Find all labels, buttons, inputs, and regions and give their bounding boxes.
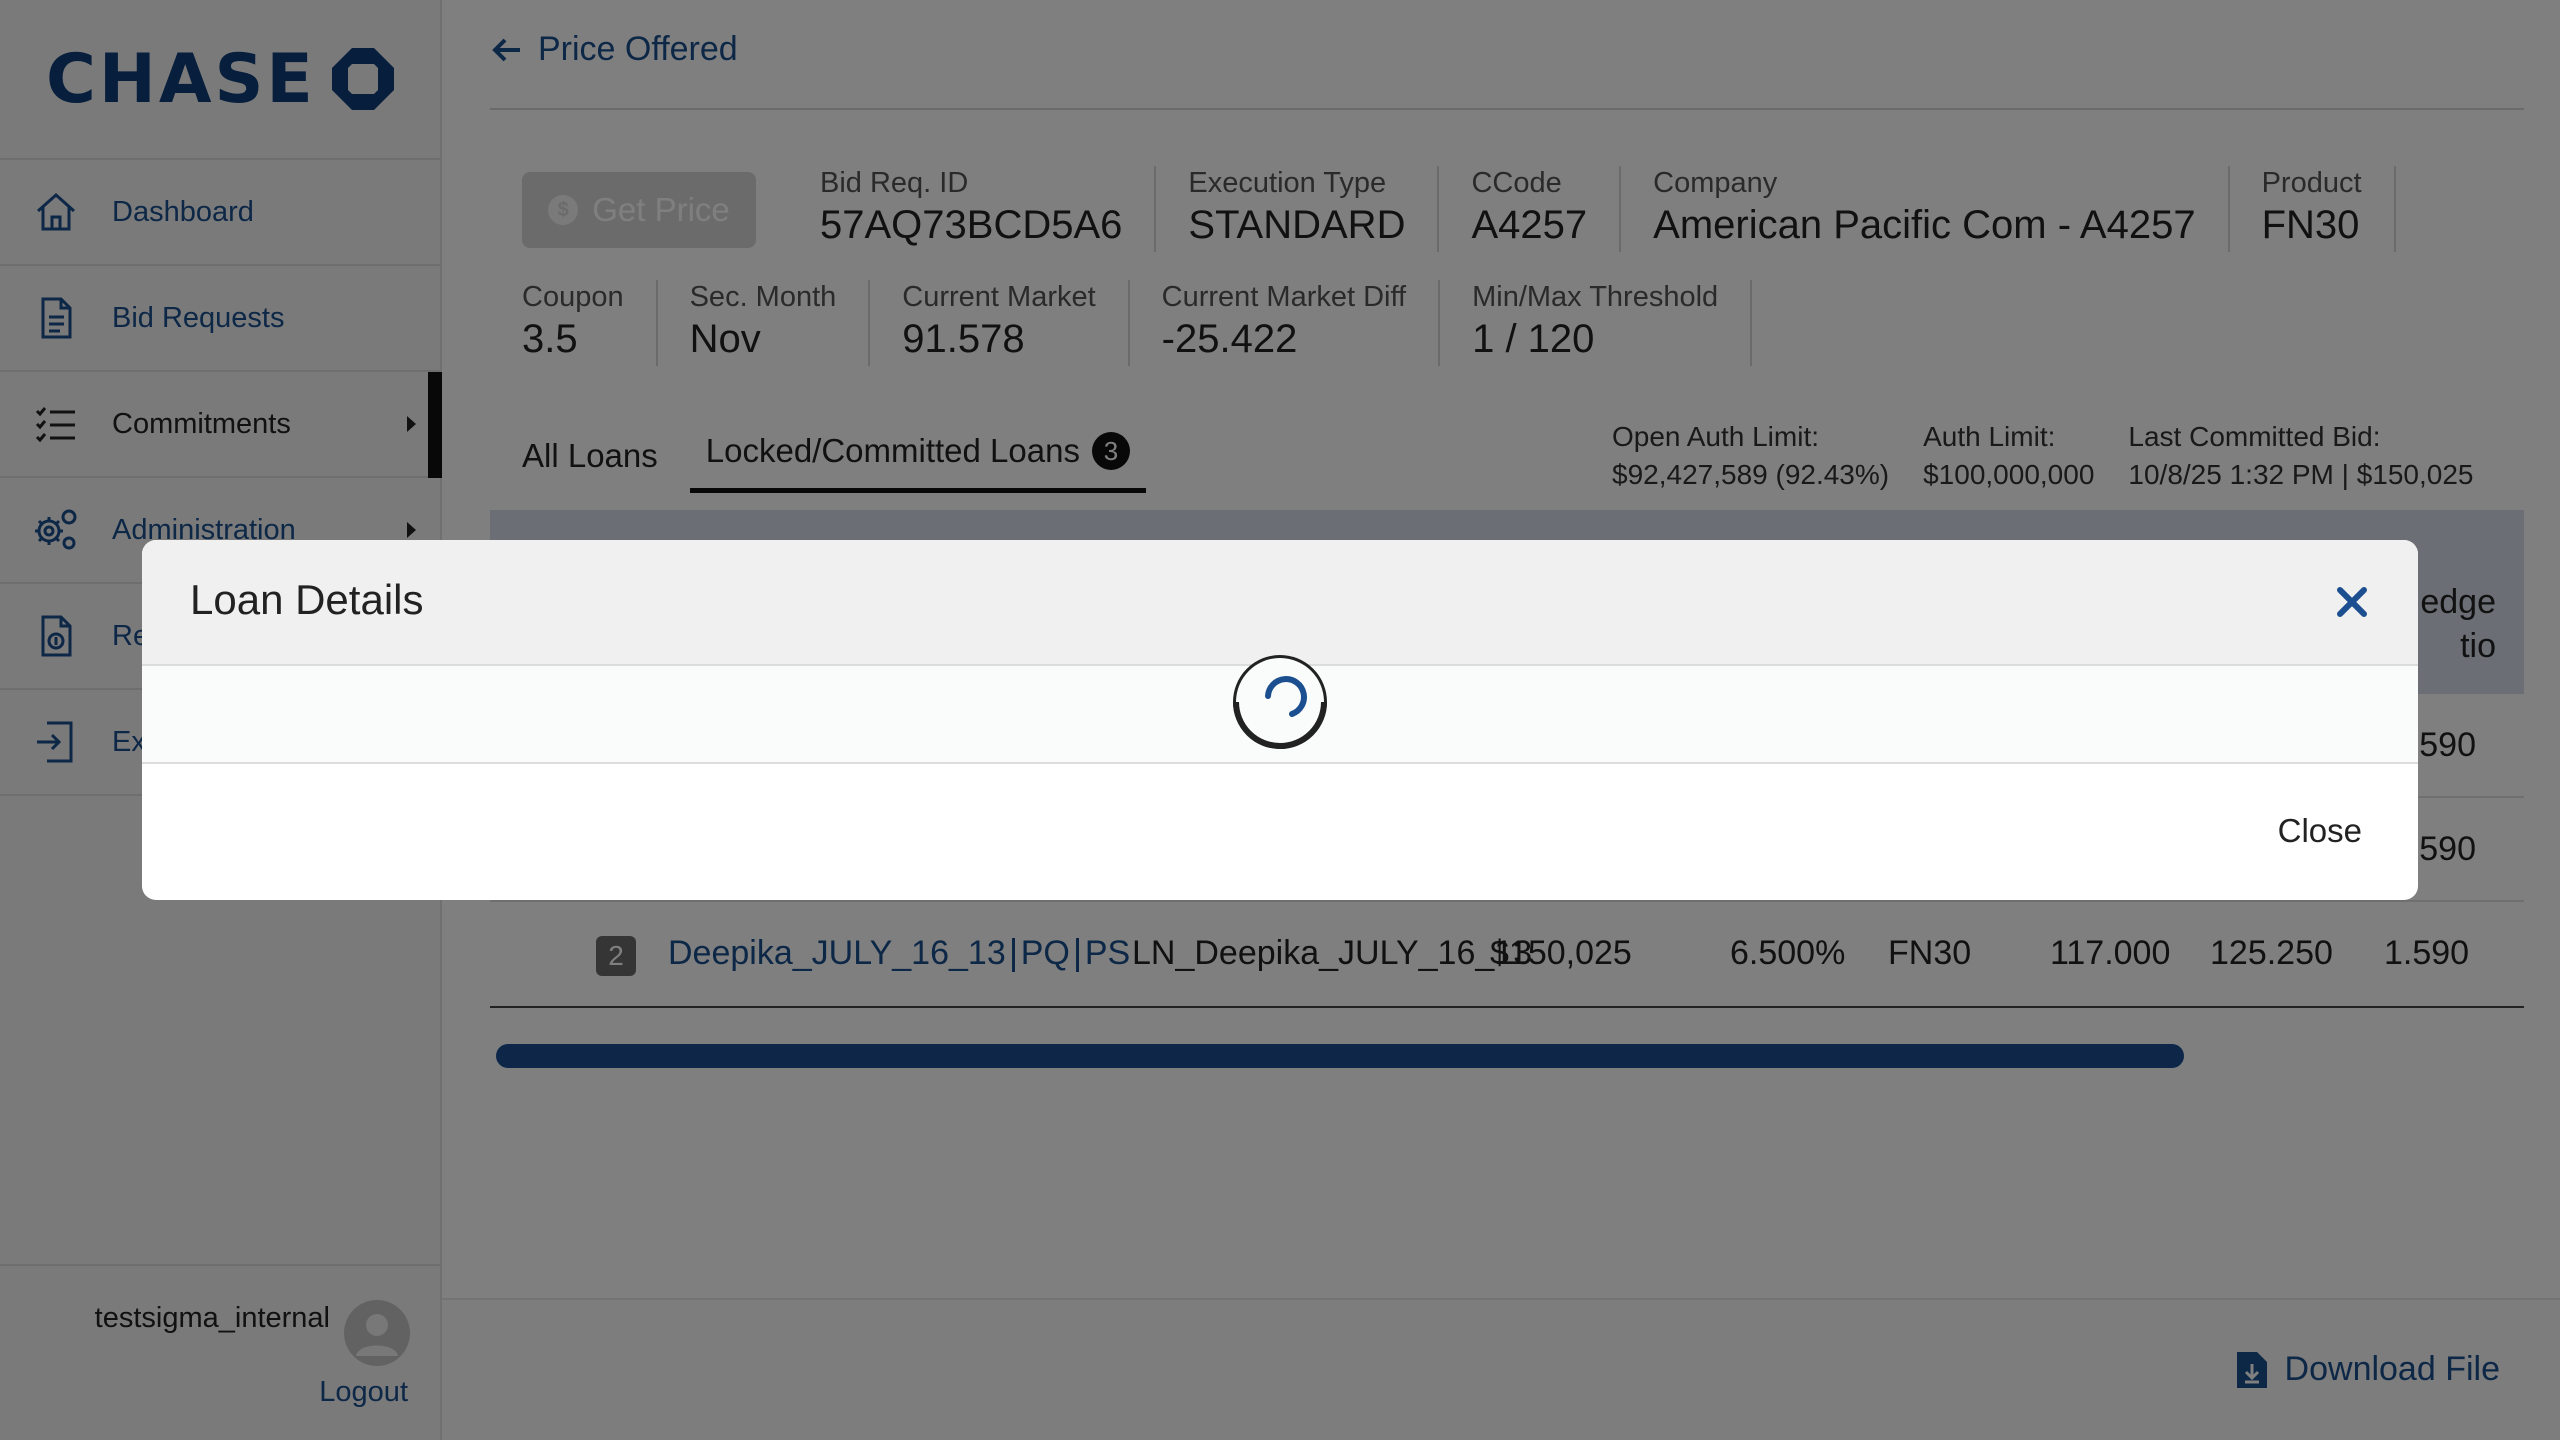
close-button[interactable]: Close — [2278, 812, 2362, 850]
modal-body — [142, 655, 2418, 764]
modal-header: Loan Details — [142, 540, 2418, 666]
loading-spinner-icon — [1233, 655, 1327, 749]
close-icon[interactable] — [2328, 578, 2376, 626]
modal-footer: Close — [142, 764, 2418, 898]
loan-details-modal: Loan Details Close — [142, 540, 2418, 900]
modal-title: Loan Details — [190, 576, 424, 623]
